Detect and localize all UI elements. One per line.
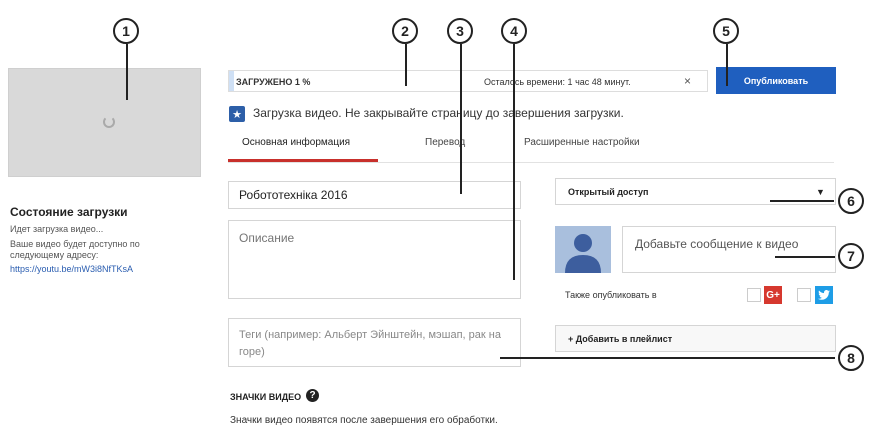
tab-basic-info[interactable]: Основная информация	[242, 137, 350, 148]
callout-line-2	[405, 44, 407, 86]
callout-badge-5: 5	[713, 18, 739, 44]
tab-advanced-settings[interactable]: Расширенные настройки	[524, 137, 640, 148]
callout-line-4	[470, 40, 530, 290]
thumbnails-heading: ЗНАЧКИ ВИДЕО	[230, 392, 302, 402]
availability-text: Ваше видео будет доступно по следующему …	[10, 239, 140, 260]
add-to-playlist-button[interactable]: + Добавить в плейлист	[555, 325, 836, 352]
callout-line-1	[126, 44, 128, 100]
upload-notice-text: Загрузка видео. Не закрывайте страницу д…	[253, 106, 624, 120]
callout-badge-2: 2	[392, 18, 418, 44]
callout-badge-3: 3	[447, 18, 473, 44]
callout-badge-7: 7	[838, 243, 864, 269]
callout-line-3	[460, 44, 462, 194]
twitter-icon[interactable]	[815, 286, 833, 304]
callout-badge-4: 4	[501, 18, 527, 44]
tabs-divider	[228, 162, 834, 163]
upload-progress-label: ЗАГРУЖЕНО 1 %	[236, 77, 311, 87]
callout-badge-6: 6	[838, 188, 864, 214]
avatar	[555, 226, 611, 273]
publish-button[interactable]: Опубликовать	[716, 67, 836, 94]
active-tab-indicator	[228, 159, 378, 162]
upload-status-subtitle: Идет загрузка видео...	[10, 224, 104, 234]
twitter-checkbox[interactable]	[797, 288, 811, 302]
tags-input[interactable]: Теги (например: Альберт Эйнштейн, мэшап,…	[228, 318, 521, 367]
cancel-upload-close-icon[interactable]: ×	[684, 74, 691, 88]
gplus-icon[interactable]: G+	[764, 286, 782, 304]
callout-line-6	[770, 200, 834, 202]
thumbnails-text: Значки видео появятся после завершения е…	[230, 415, 498, 426]
star-icon: ★	[229, 106, 245, 122]
callout-line-7	[775, 256, 835, 258]
upload-status-title: Состояние загрузки	[10, 205, 128, 219]
help-icon[interactable]: ?	[306, 389, 319, 402]
share-message-input[interactable]: Добавьте сообщение к видео	[622, 226, 836, 273]
also-publish-label: Также опубликовать в	[565, 290, 657, 300]
loading-spinner-icon	[103, 116, 115, 128]
callout-line-5	[726, 44, 728, 86]
callout-line-8	[500, 357, 835, 359]
chevron-down-icon: ▼	[816, 187, 825, 197]
gplus-checkbox[interactable]	[747, 288, 761, 302]
privacy-selected-value: Открытый доступ	[568, 186, 649, 197]
video-link[interactable]: https://youtu.be/mW3i8NfTKsA	[10, 264, 133, 274]
callout-badge-1: 1	[113, 18, 139, 44]
add-to-playlist-label: + Добавить в плейлист	[568, 333, 673, 344]
callout-badge-8: 8	[838, 345, 864, 371]
upload-progress-fill	[229, 71, 234, 91]
